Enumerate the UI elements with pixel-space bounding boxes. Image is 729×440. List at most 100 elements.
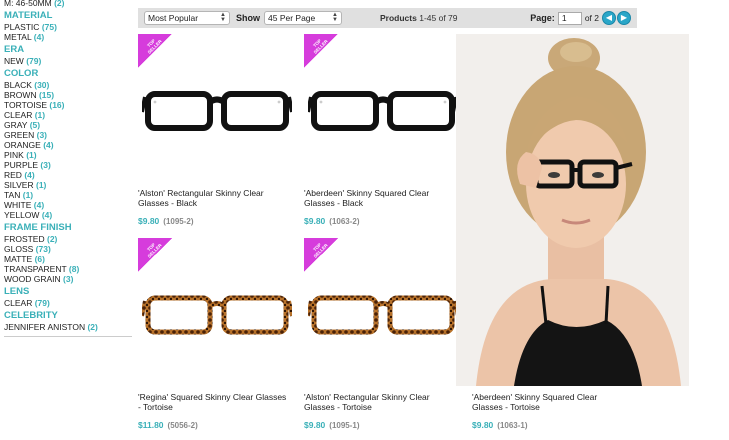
filter-count: (6) [34,254,45,264]
filter-label: SILVER [4,180,34,190]
filter-count: (2) [87,322,98,332]
filter-option[interactable]: WOOD GRAIN (3) [4,274,134,284]
left-arrow-circle-icon[interactable]: ◀ [602,11,616,25]
filter-option[interactable]: JENNIFER ANISTON (2) [4,322,134,332]
product-card[interactable]: TOP SELLER 'Alston' Rectangular Skinny Cl… [304,238,462,430]
filter-option[interactable]: CLEAR (1) [4,110,134,120]
products-count: Products 1-45 of 79 [380,13,458,23]
product-sku: (1063-1) [497,421,528,430]
badge-text: TOP SELLER [146,242,163,259]
filter-label: WHITE [4,200,32,210]
filter-sidebar: M: 46-50MM (2) MATERIAL PLASTIC (75) METAL… [4,0,134,337]
filter-label: RED [4,170,22,180]
filter-count: (79) [26,56,42,66]
filter-size-46-50mm[interactable]: M: 46-50MM (2) [4,0,134,8]
filter-section-title: ERA [4,44,25,55]
filter-label: YELLOW [4,210,40,220]
product-image[interactable]: TOP SELLER [304,238,462,388]
product-sku: (5056-2) [167,421,198,430]
filter-label: BLACK [4,80,32,90]
product-sku: (1063-2) [329,217,360,226]
product-price: $9.80 [304,420,326,430]
filter-count: (8) [68,264,80,274]
filter-option[interactable]: CLEAR (79) [4,298,134,308]
filter-option[interactable]: SILVER (1) [4,180,134,190]
sort-select[interactable]: Most Popular ▲ ▼ [144,11,230,25]
page-total: of 2 [584,13,599,23]
updown-arrow-icon: ▲ ▼ [220,12,226,23]
badge-text: TOP SELLER [312,38,329,55]
badge-text: TOP SELLER [312,242,329,259]
filter-section-title: CELEBRITY [4,310,58,321]
product-card[interactable]: TOP SELLER 'Alston' Rectangular Skinny Cl… [138,34,296,226]
filter-label: GREEN [4,130,35,140]
product-card[interactable]: TOP SELLER 'Aberdeen' Skinny Squared Clea… [304,34,462,226]
filter-section-title: LENS [4,286,30,297]
product-price-row: $9.80 (1063-1) [472,420,630,430]
products-label: Products [380,13,417,23]
filter-label: GRAY [4,120,28,130]
product-name-link[interactable]: 'Regina' Squared Skinny Clear Glasses - … [138,392,288,412]
product-sku: (1095-2) [163,217,194,226]
filter-option[interactable]: METAL (4) [4,32,134,42]
filter-option[interactable]: TORTOISE (16) [4,100,134,110]
product-name-link[interactable]: 'Aberdeen' Skinny Squared Clear Glasses … [304,188,454,208]
filter-label: NEW [4,56,24,66]
filter-option[interactable]: FROSTED (2) [4,234,134,244]
filter-section-title: FRAME FINISH [4,222,72,233]
filter-count: (4) [33,200,45,210]
filter-count: (1) [34,110,46,120]
product-image[interactable]: TOP SELLER [304,34,462,184]
filter-option[interactable]: TRANSPARENT (8) [4,264,134,274]
filter-label: WOOD GRAIN [4,274,61,284]
product-price-row: $11.80 (5056-2) [138,420,296,430]
filter-option[interactable]: PURPLE (3) [4,160,134,170]
filter-count: (4) [24,170,35,180]
filter-option[interactable]: ORANGE (4) [4,140,134,150]
filter-count: (30) [34,80,50,90]
filter-option[interactable]: RED (4) [4,170,134,180]
page-number-input[interactable]: 1 [557,11,582,25]
product-price: $9.80 [304,216,326,226]
filter-label: GLOSS [4,244,34,254]
filter-option[interactable]: TAN (1) [4,190,134,200]
filter-count: (15) [38,90,55,100]
filter-count: (1) [26,150,37,160]
filter-label: ORANGE [4,140,41,150]
product-card[interactable]: 'Aberdeen' Skinny Squared Clear Glasses … [472,392,630,430]
filter-option[interactable]: GREEN (3) [4,130,134,140]
top-seller-badge: TOP SELLER [138,34,172,68]
filter-label: METAL [4,32,32,42]
product-sku: (1095-1) [329,421,360,430]
per-page-select-value: 45 Per Page [268,13,316,23]
product-name-link[interactable]: 'Alston' Rectangular Skinny Clear Glasse… [304,392,454,412]
filter-option[interactable]: NEW (79) [4,56,134,66]
filter-option[interactable]: WHITE (4) [4,200,134,210]
filter-option[interactable]: PINK (1) [4,150,134,160]
top-seller-badge: TOP SELLER [138,238,172,272]
product-toolbar: Most Popular ▲ ▼ Show 45 Per Page ▲ ▼ Prod… [138,8,637,28]
product-price: $11.80 [138,420,164,430]
filter-count: (3) [63,274,74,284]
filter-option[interactable]: PLASTIC (75) [4,22,134,32]
filter-option[interactable]: YELLOW (4) [4,210,134,220]
glasses-icon [306,288,460,340]
filter-count: (75) [41,22,57,32]
product-name-link[interactable]: 'Alston' Rectangular Skinny Clear Glasse… [138,188,288,208]
product-image[interactable]: TOP SELLER [138,34,296,184]
filter-label: BROWN [4,90,37,100]
filter-option[interactable]: BROWN (15) [4,90,134,100]
filter-count: (5) [29,120,41,130]
filter-count: (4) [43,140,54,150]
per-page-select[interactable]: 45 Per Page ▲ ▼ [264,11,342,25]
filter-option[interactable]: GLOSS (73) [4,244,134,254]
product-name-link[interactable]: 'Aberdeen' Skinny Squared Clear Glasses … [472,392,622,412]
model-wearing-glasses-image[interactable] [456,34,689,386]
product-price-row: $9.80 (1063-2) [304,216,462,226]
product-card[interactable]: TOP SELLER 'Regina' Squared Skinny Clear … [138,238,296,430]
right-arrow-circle-icon[interactable]: ▶ [617,11,631,25]
filter-option[interactable]: BLACK (30) [4,80,134,90]
product-image[interactable]: TOP SELLER [138,238,296,388]
filter-option[interactable]: MATTE (6) [4,254,134,264]
filter-option[interactable]: GRAY (5) [4,120,134,130]
